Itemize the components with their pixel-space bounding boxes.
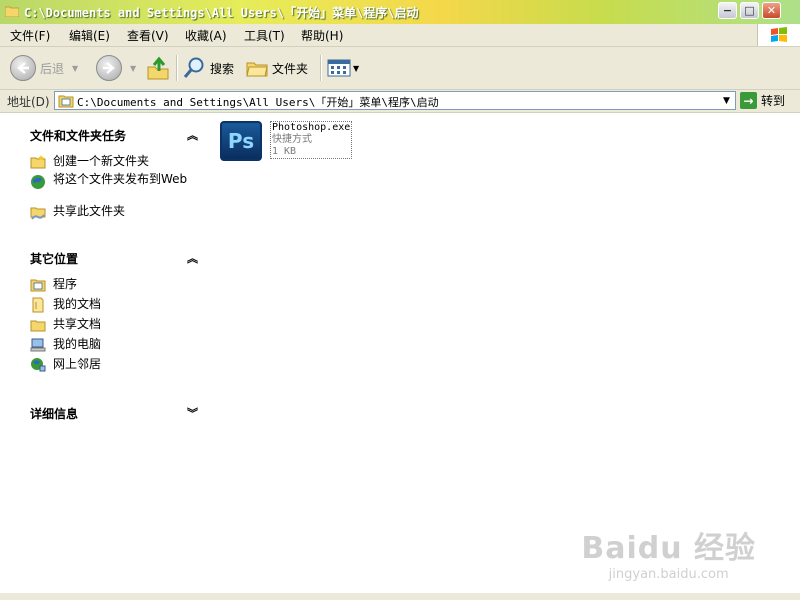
views-icon [327,59,351,77]
place-programs[interactable]: 程序 [30,276,198,296]
go-label: 转到 [761,94,786,108]
menu-help[interactable]: 帮助(H) [301,27,343,44]
search-button[interactable]: 搜索 [182,53,234,83]
toolbar: 后退 ▼ ▼ 搜索 文件夹 ▼ [0,47,800,90]
network-icon [31,358,46,372]
menu-bar: 文件(F) 编辑(E) 查看(V) 收藏(A) 工具(T) 帮助(H) [0,24,800,47]
up-folder-icon [147,56,169,80]
menu-file[interactable]: 文件(F) [10,27,50,44]
go-arrow-icon: → [740,92,757,109]
file-list-area: Ps Photoshop.exe 快捷方式 1 KB [214,113,800,593]
window-title: C:\Documents and Settings\All Users\「开始」… [24,6,419,20]
shared-documents-icon [30,320,46,332]
menu-edit[interactable]: 编辑(E) [69,27,110,44]
menu-view[interactable]: 查看(V) [127,27,169,44]
forward-dropdown-icon[interactable]: ▼ [130,64,136,73]
task-share-folder[interactable]: 共享此文件夹 [30,203,198,223]
my-documents-icon [32,297,44,313]
place-shared-documents[interactable]: 共享文档 [30,316,198,336]
my-computer-icon [30,338,46,352]
minimize-button[interactable]: − [718,2,737,19]
photoshop-icon: Ps [220,121,262,161]
address-bar: 地址(D) C:\Documents and Settings\All User… [0,90,800,113]
file-name: Photoshop.exe [272,122,351,133]
file-labels: Photoshop.exe 快捷方式 1 KB [270,121,352,159]
forward-button[interactable]: ▼ [96,53,136,83]
globe-icon [31,175,45,189]
address-label: 地址(D) [7,95,50,109]
place-my-documents[interactable]: 我的文档 [30,296,198,316]
back-label: 后退 [40,61,65,76]
search-icon [183,57,204,78]
collapse-icon[interactable]: ︽ [187,250,198,266]
back-dropdown-icon[interactable]: ▼ [72,64,78,73]
other-places-title[interactable]: 其它位置 ︽ [30,250,198,268]
file-tasks-group: 文件和文件夹任务 ︽ 创建一个新文件夹 将这个文件夹发布到Web 共享此文件夹 [30,127,198,223]
address-input[interactable]: C:\Documents and Settings\All Users\「开始」… [54,91,736,110]
back-button[interactable]: 后退 ▼ [10,53,78,83]
file-tasks-title[interactable]: 文件和文件夹任务 ︽ [30,127,198,145]
folders-button[interactable]: 文件夹 [246,53,308,83]
file-size: 1 KB [272,146,297,157]
programs-folder-icon [58,95,74,108]
file-item[interactable]: Ps Photoshop.exe 快捷方式 1 KB [220,121,352,161]
programs-folder-icon [30,279,46,292]
back-arrow-icon [10,55,36,81]
watermark: Baidu 经验 jingyan.baidu.com [581,523,756,582]
views-dropdown-icon: ▼ [353,63,360,73]
search-label: 搜索 [210,61,235,76]
folder-icon [5,6,19,17]
collapse-icon[interactable]: ︽ [187,127,198,143]
watermark-main: Baidu 经验 [581,531,756,566]
task-pane: 文件和文件夹任务 ︽ 创建一个新文件夹 将这个文件夹发布到Web 共享此文件夹 … [0,113,214,593]
place-network[interactable]: 网上邻居 [30,356,198,376]
details-title[interactable]: 详细信息 ︾ [30,405,198,423]
address-dropdown-icon[interactable]: ▼ [719,93,734,108]
folders-icon [246,62,268,77]
maximize-button[interactable]: □ [740,2,759,19]
new-folder-icon [30,155,46,169]
title-bar: C:\Documents and Settings\All Users\「开始」… [0,0,800,24]
forward-arrow-icon [96,55,122,81]
shared-folder-icon [30,207,46,220]
close-button[interactable]: ✕ [762,2,781,19]
task-publish-web[interactable]: 将这个文件夹发布到Web [30,173,198,203]
task-new-folder[interactable]: 创建一个新文件夹 [30,153,198,173]
watermark-sub: jingyan.baidu.com [608,567,729,582]
bottom-border [0,593,800,600]
menu-favorites[interactable]: 收藏(A) [185,27,227,44]
place-my-computer[interactable]: 我的电脑 [30,336,198,356]
details-group: 详细信息 ︾ [30,405,198,423]
file-type: 快捷方式 [272,134,312,145]
windows-logo [757,24,800,46]
address-text: C:\Documents and Settings\All Users\「开始」… [77,96,439,109]
other-places-group: 其它位置 ︽ 程序 我的文档 共享文档 我的电脑 网上邻居 [30,250,198,376]
views-button[interactable]: ▼ [327,53,359,83]
go-button[interactable]: → 转到 [740,91,785,110]
up-folder-button[interactable] [146,53,170,83]
menu-tools[interactable]: 工具(T) [244,27,285,44]
folders-label: 文件夹 [272,61,309,76]
expand-icon[interactable]: ︾ [187,405,198,421]
